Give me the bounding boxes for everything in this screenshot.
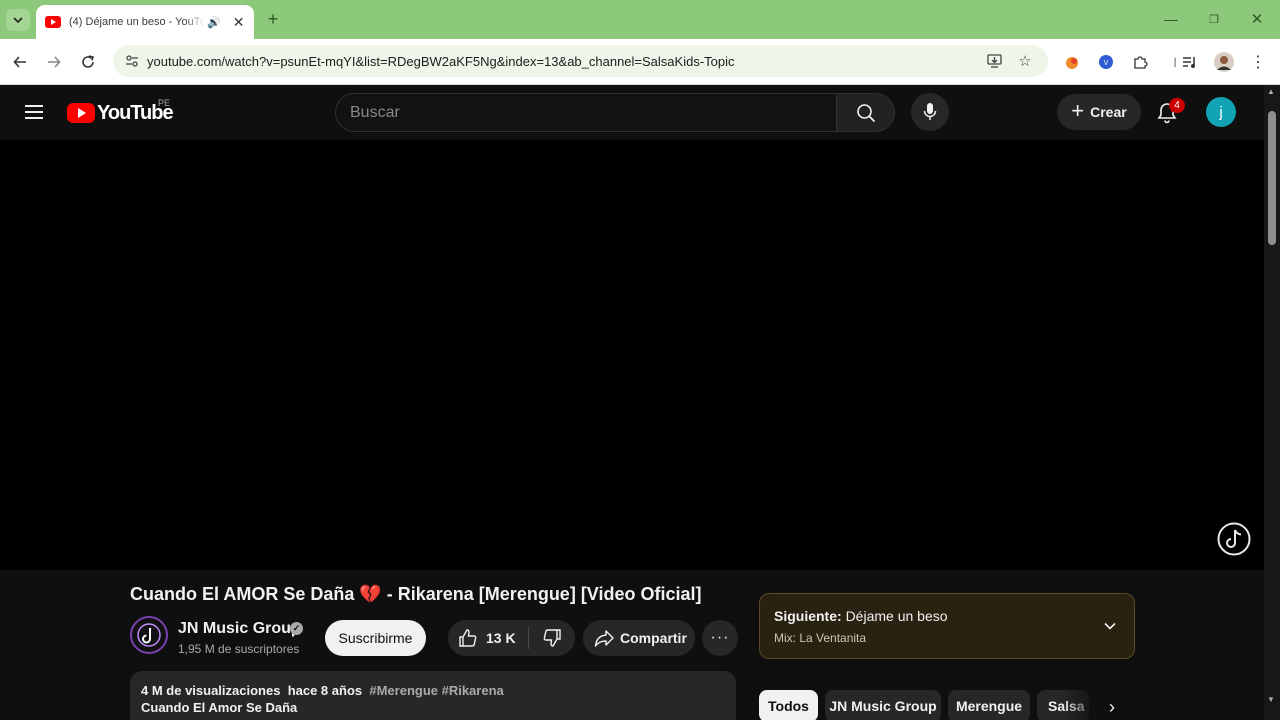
upload-age: hace 8 años (287, 683, 363, 698)
description-meta: 4 M de visualizaciones hace 8 años #Mere… (141, 683, 725, 698)
url-text[interactable]: youtube.com/watch?v=psunEt-mqYI&list=RDe… (147, 54, 735, 69)
create-label: Crear (1090, 104, 1127, 120)
chip-todos[interactable]: Todos (759, 690, 818, 720)
site-info-icon[interactable] (121, 50, 143, 72)
scroll-up-arrow-icon[interactable]: ▲ (1267, 87, 1275, 96)
subscriber-count: 1,95 M de suscriptores (178, 642, 300, 656)
plus-icon: + (1071, 98, 1085, 123)
country-code: PE (158, 98, 171, 108)
search-input[interactable] (350, 94, 820, 131)
dislike-button[interactable] (532, 620, 572, 656)
channel-name[interactable]: JN Music Group (178, 620, 301, 638)
up-next-video-title: Déjame un beso (845, 608, 948, 624)
chips-fade (1062, 685, 1102, 720)
hamburger-menu-icon[interactable] (22, 101, 46, 125)
extension-fox-icon[interactable] (1061, 51, 1083, 73)
up-next-title: Siguiente: Déjame un beso (774, 608, 948, 624)
tab-search-button[interactable] (6, 9, 30, 31)
thumbs-up-icon (459, 629, 477, 647)
search-button[interactable] (837, 93, 895, 132)
tab-title: (4) Déjame un beso - YouTube (69, 16, 205, 28)
account-avatar[interactable]: j (1206, 97, 1236, 127)
share-label: Compartir (620, 630, 687, 646)
scrollbar-thumb[interactable] (1268, 111, 1276, 245)
up-next-mix: Mix: La Ventanita (774, 631, 867, 645)
voice-search-button[interactable] (911, 93, 949, 131)
view-count: 4 M de visualizaciones (141, 683, 281, 698)
youtube-play-icon (67, 103, 95, 123)
chevron-right-icon[interactable]: › (1100, 695, 1124, 719)
speaker-icon[interactable]: 🔊 (207, 16, 221, 29)
address-bar[interactable]: youtube.com/watch?v=psunEt-mqYI&list=RDe… (113, 45, 1048, 77)
page-scrollbar[interactable]: ▲ ▼ (1264, 85, 1280, 720)
thumbs-down-icon (543, 629, 561, 647)
like-dislike-group: 13 K (448, 620, 575, 656)
like-count: 13 K (486, 630, 516, 646)
forward-arrow-icon[interactable] (43, 51, 65, 73)
like-button[interactable]: 13 K (448, 620, 528, 656)
hashtags[interactable]: #Merengue #Rikarena (369, 683, 503, 698)
notification-count-badge: 4 (1169, 98, 1185, 113)
window-close-button[interactable]: ✕ (1246, 8, 1268, 30)
window-restore-button[interactable]: ❐ (1203, 8, 1225, 30)
chevron-down-icon[interactable] (1100, 616, 1120, 636)
video-title: Cuando El AMOR Se Daña 💔 - Rikarena [Mer… (130, 584, 702, 604)
svg-text:V: V (1104, 60, 1109, 67)
channel-avatar[interactable] (130, 616, 168, 654)
description-text: Cuando El Amor Se Daña (141, 700, 298, 715)
youtube-logo[interactable]: YouTube (67, 101, 174, 125)
verified-check-icon: ✓ (290, 622, 303, 635)
search-box (335, 93, 837, 132)
browser-tabstrip: (4) Déjame un beso - YouTube 🔊 ✕ + — ❐ ✕ (0, 0, 1280, 39)
install-app-icon[interactable] (983, 50, 1005, 72)
up-next-panel[interactable]: Siguiente: Déjame un beso Mix: La Ventan… (759, 593, 1135, 659)
window-minimize-button[interactable]: — (1160, 8, 1182, 30)
browser-menu-icon[interactable]: ⋮ (1247, 51, 1269, 73)
media-control-icon[interactable] (1179, 51, 1201, 73)
youtube-page: YouTube PE + Crear 4 j Cuando El AMOR Se… (0, 85, 1264, 720)
up-next-label: Siguiente: (774, 608, 842, 624)
extension-vpn-icon[interactable]: V (1095, 51, 1117, 73)
new-tab-button[interactable]: + (262, 8, 284, 30)
create-button[interactable]: + Crear (1057, 94, 1141, 130)
reload-icon[interactable] (77, 51, 99, 73)
microphone-icon (923, 103, 937, 120)
chip-merengue[interactable]: Merengue (948, 690, 1030, 720)
extensions-puzzle-icon[interactable] (1129, 51, 1151, 73)
chevron-down-icon (13, 17, 23, 23)
share-arrow-icon (594, 630, 614, 647)
browser-toolbar: youtube.com/watch?v=psunEt-mqYI&list=RDe… (0, 39, 1280, 85)
share-button[interactable]: Compartir (583, 620, 695, 656)
scroll-down-arrow-icon[interactable]: ▼ (1267, 695, 1275, 704)
youtube-favicon-icon (45, 16, 61, 28)
video-player[interactable] (0, 140, 1264, 570)
subscribe-button[interactable]: Suscribirme (325, 620, 426, 656)
bookmark-star-icon[interactable]: ☆ (1014, 50, 1036, 72)
like-divider (528, 627, 529, 649)
browser-tab-active[interactable]: (4) Déjame un beso - YouTube 🔊 ✕ (36, 5, 254, 39)
tab-close-icon[interactable]: ✕ (233, 14, 245, 31)
more-actions-button[interactable]: ··· (702, 620, 738, 656)
chip-jn-music-group[interactable]: JN Music Group (825, 690, 941, 720)
profile-avatar-icon[interactable] (1213, 51, 1235, 73)
back-arrow-icon[interactable] (9, 51, 31, 73)
tiktok-watermark-icon (1217, 522, 1251, 556)
description-box[interactable]: 4 M de visualizaciones hace 8 años #Mere… (130, 671, 736, 720)
search-icon (856, 103, 875, 122)
